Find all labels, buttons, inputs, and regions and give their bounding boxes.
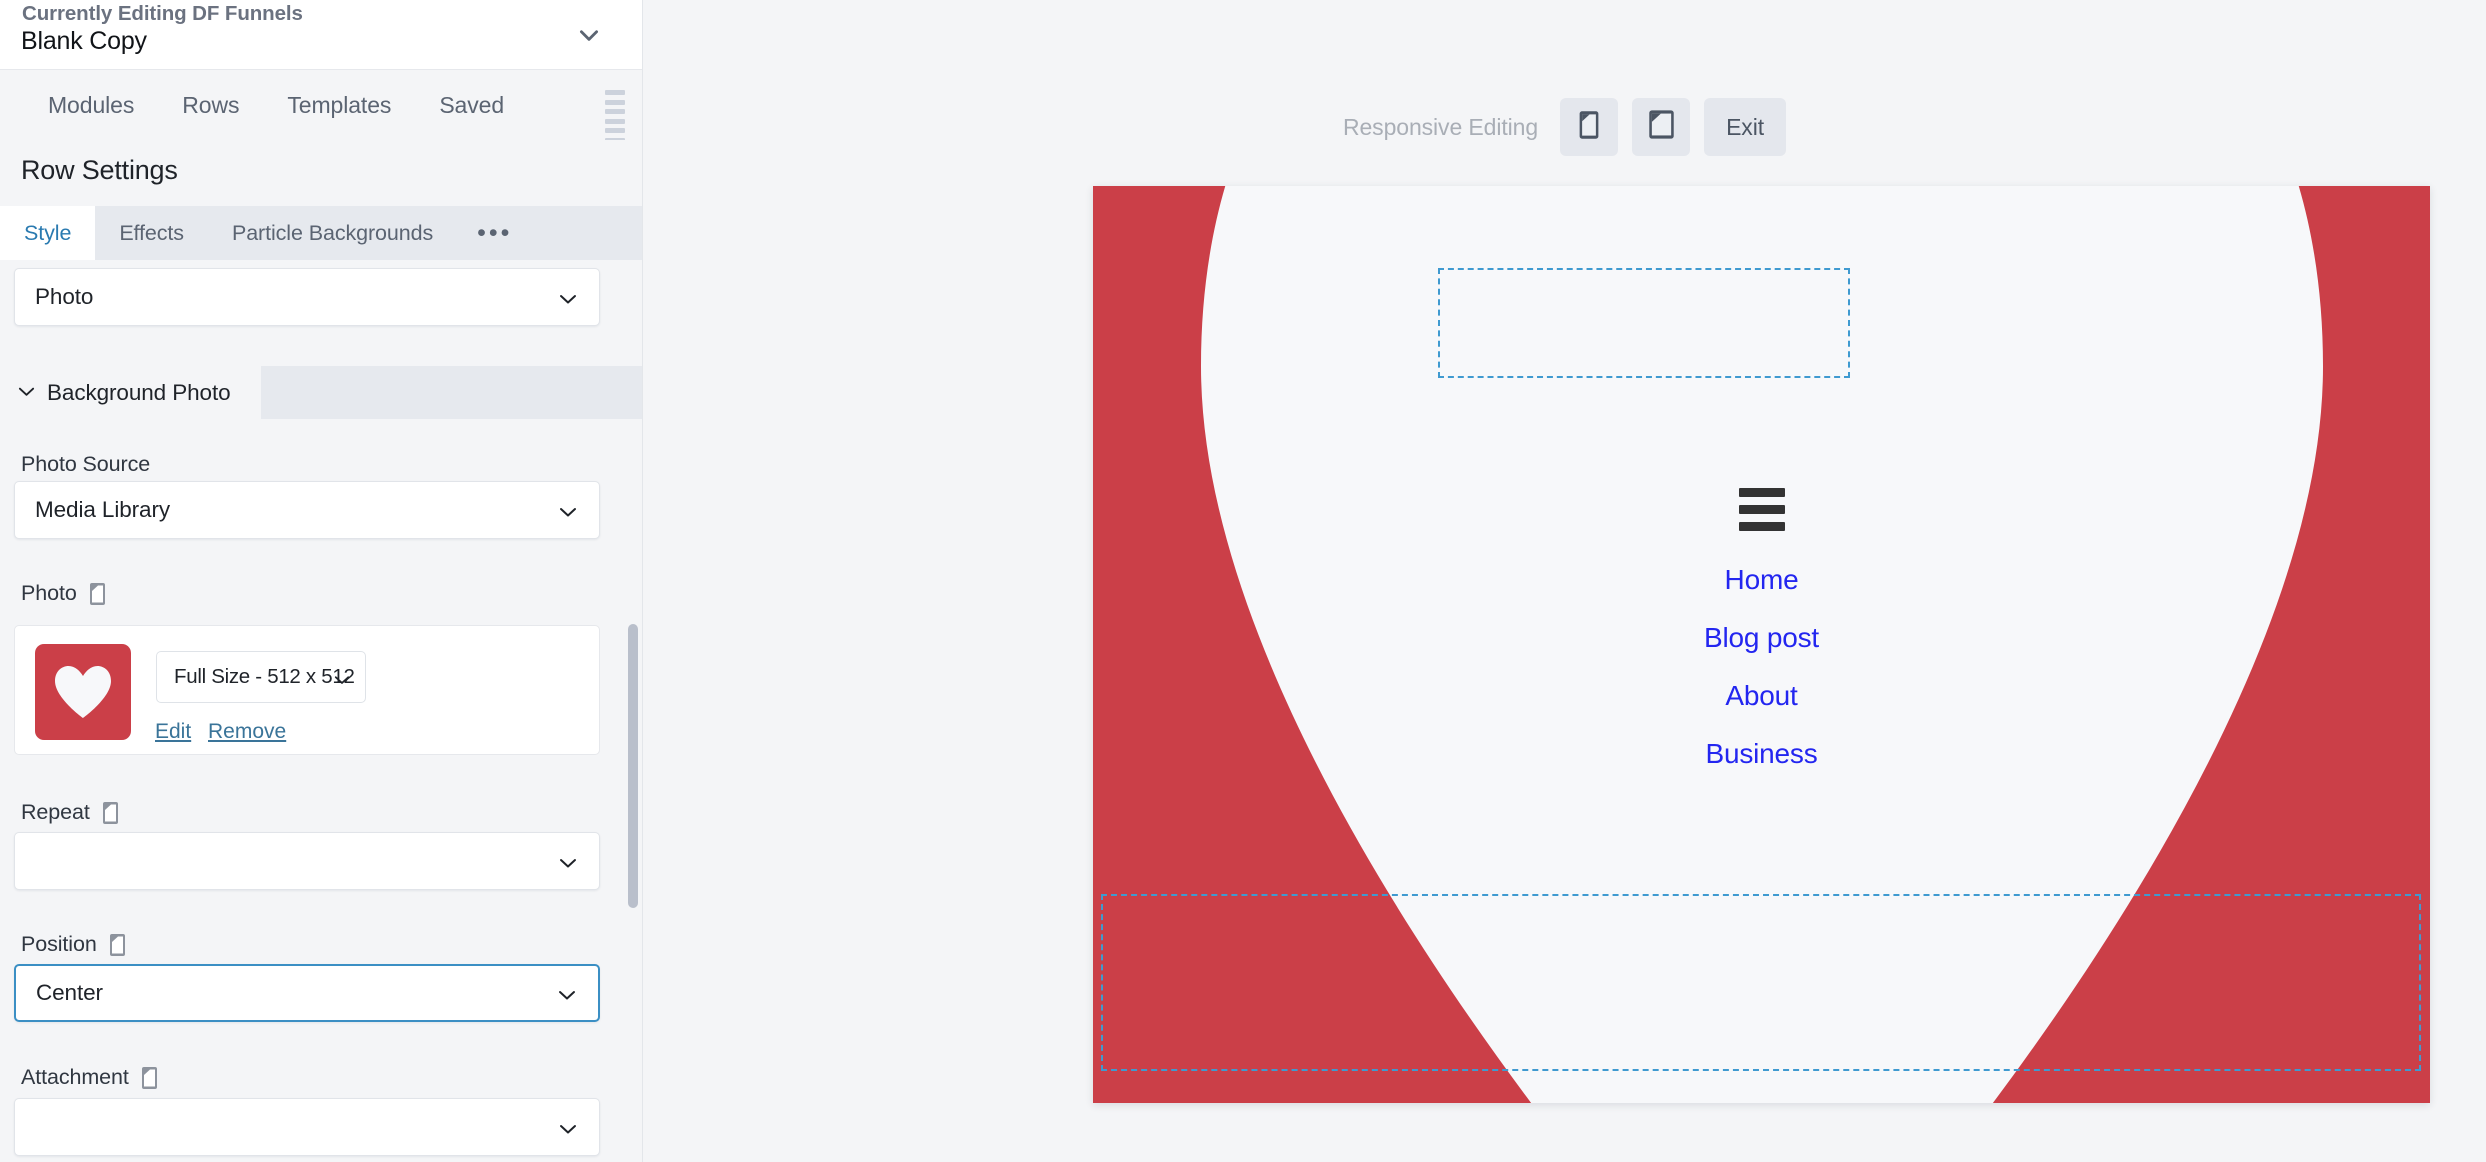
tab-more-options[interactable]: ••• (457, 206, 532, 260)
chevron-down-icon (559, 292, 577, 303)
photo-thumbnail[interactable] (35, 644, 131, 740)
mobile-device-icon[interactable] (109, 933, 126, 957)
panel-header: Currently Editing DF Funnels Blank Copy (0, 0, 642, 70)
repeat-label: Repeat (21, 800, 119, 825)
mobile-view-button[interactable] (1560, 98, 1618, 156)
nav-link-blog-post[interactable]: Blog post (1704, 622, 1819, 654)
page-title: Row Settings (21, 155, 178, 186)
background-type-value: Photo (15, 284, 93, 310)
settings-panel: Currently Editing DF Funnels Blank Copy … (0, 0, 643, 1162)
tablet-device-icon (1648, 109, 1675, 145)
nav-link-home[interactable]: Home (1725, 564, 1799, 596)
repeat-label-text: Repeat (21, 800, 90, 825)
chevron-down-icon[interactable] (576, 22, 602, 48)
panel-scrollbar[interactable] (628, 624, 638, 908)
photo-source-select[interactable]: Media Library (14, 481, 600, 539)
photo-label: Photo (21, 581, 106, 606)
tab-modules[interactable]: Modules (48, 92, 134, 119)
position-label: Position (21, 932, 126, 957)
photo-source-value: Media Library (15, 497, 170, 523)
tab-effects[interactable]: Effects (95, 206, 208, 260)
attachment-label: Attachment (21, 1065, 158, 1090)
editor-canvas-area: Responsive Editing Exit Home Blog post A… (643, 0, 2486, 1162)
position-label-text: Position (21, 932, 97, 957)
photo-source-label: Photo Source (21, 452, 150, 477)
photo-label-text: Photo (21, 581, 77, 606)
tab-style[interactable]: Style (0, 206, 95, 260)
tablet-view-button[interactable] (1632, 98, 1690, 156)
position-value: Center (16, 980, 103, 1006)
chevron-down-icon (559, 856, 577, 867)
heart-icon (53, 664, 113, 720)
nav-link-business[interactable]: Business (1705, 738, 1817, 770)
currently-editing-label: Currently Editing DF Funnels (22, 2, 303, 26)
mobile-device-icon[interactable] (89, 582, 106, 606)
background-type-select[interactable]: Photo (14, 268, 600, 326)
document-title: Blank Copy (21, 27, 147, 56)
remove-photo-link[interactable]: Remove (208, 720, 286, 744)
chevron-down-icon (18, 384, 35, 402)
chevron-down-icon (558, 988, 576, 999)
panel-tabstrip: Modules Rows Templates Saved (0, 70, 642, 140)
exit-button[interactable]: Exit (1704, 98, 1786, 156)
tab-particle-backgrounds[interactable]: Particle Backgrounds (208, 206, 457, 260)
chevron-down-icon (334, 672, 350, 682)
photo-size-value: Full Size - 512 x 512 (157, 665, 355, 689)
tab-rows[interactable]: Rows (182, 92, 239, 119)
canvas-navigation: Home Blog post About Business (1093, 564, 2430, 770)
photo-size-select[interactable]: Full Size - 512 x 512 (156, 651, 366, 703)
page-canvas[interactable]: Home Blog post About Business (1093, 186, 2430, 1103)
mobile-device-icon[interactable] (102, 801, 119, 825)
tab-templates[interactable]: Templates (287, 92, 391, 119)
edit-photo-link[interactable]: Edit (155, 720, 191, 744)
background-photo-accordion-header[interactable]: Background Photo (0, 366, 642, 419)
tab-saved[interactable]: Saved (439, 92, 504, 119)
responsive-editing-label: Responsive Editing (1343, 114, 1538, 141)
settings-subtabs: Style Effects Particle Backgrounds ••• (0, 206, 642, 260)
photo-preview-card: Full Size - 512 x 512 (14, 625, 600, 755)
chevron-down-icon (559, 1122, 577, 1133)
hamburger-menu-icon[interactable] (1739, 486, 1785, 532)
position-select[interactable]: Center (14, 964, 600, 1022)
row-settings-title-bar: Row Settings (0, 140, 642, 209)
responsive-editing-toolbar: Responsive Editing Exit (643, 92, 2486, 162)
attachment-label-text: Attachment (21, 1065, 129, 1090)
nav-link-about[interactable]: About (1725, 680, 1797, 712)
attachment-select[interactable] (14, 1098, 600, 1156)
background-photo-label: Background Photo (47, 380, 231, 406)
repeat-select[interactable] (14, 832, 600, 890)
mobile-device-icon (1578, 110, 1600, 145)
mobile-device-icon[interactable] (141, 1066, 158, 1090)
photo-source-label-text: Photo Source (21, 452, 150, 477)
chevron-down-icon (559, 505, 577, 516)
